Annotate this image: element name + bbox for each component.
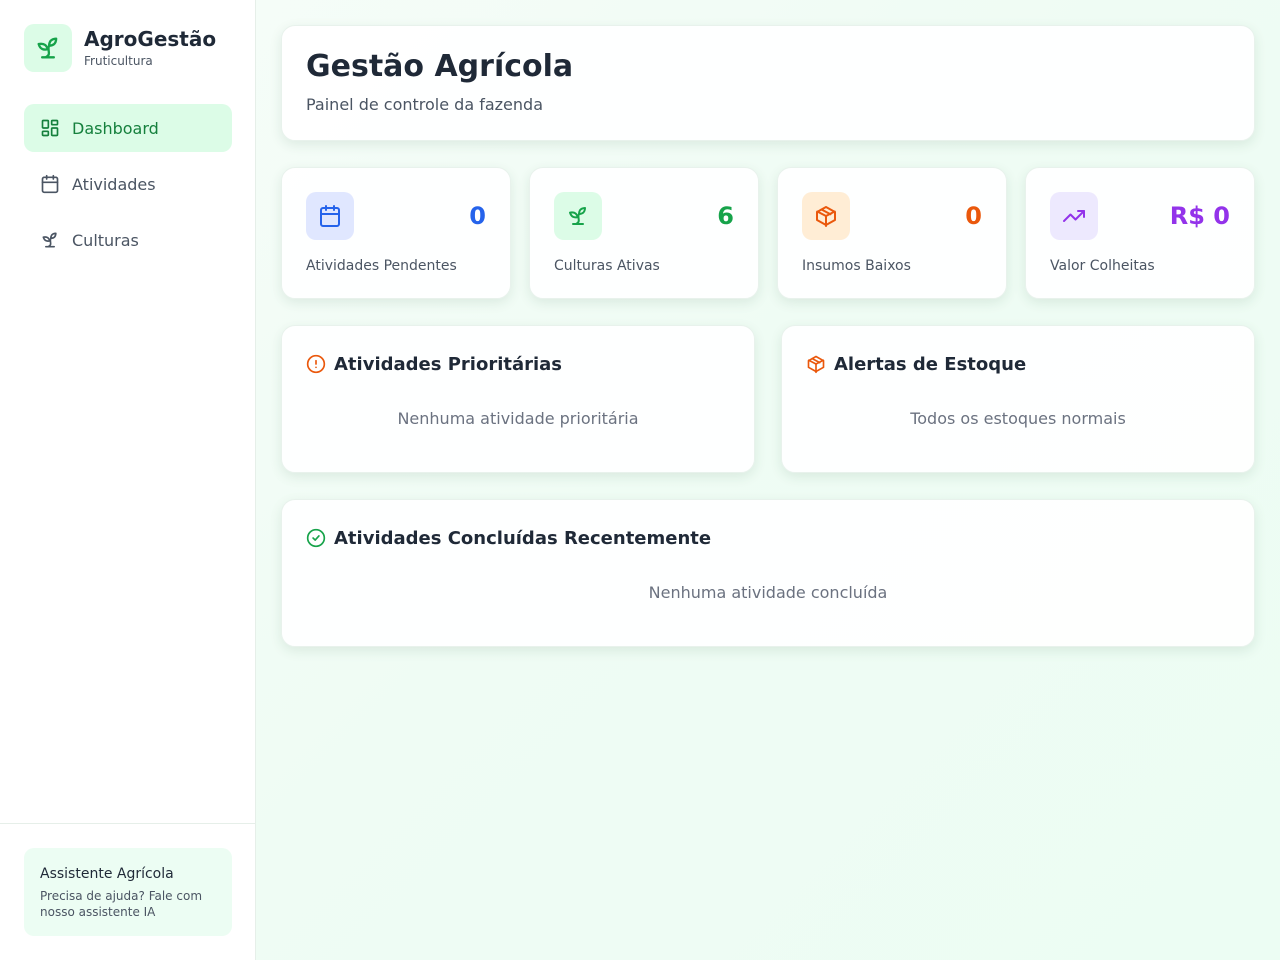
brand-title: AgroGestão [84,27,217,51]
package-icon [807,355,825,374]
calendar-icon [306,192,354,240]
sidebar-item-atividades[interactable]: Atividades [24,160,232,208]
sprout-icon [42,232,57,248]
panel-title: Atividades Prioritárias [334,353,563,375]
empty-state-text: Nenhuma atividade concluída [648,583,888,602]
panel-title: Atividades Concluídas Recentemente [334,527,712,549]
sprout-icon [554,192,602,240]
sidebar-divider [0,823,256,824]
assistant-text: Precisa de ajuda? Fale com nosso assiste… [40,889,203,919]
sidebar-item-label: Atividades [72,174,156,194]
calendar-icon [41,174,59,194]
stat-card-insumos-baixos[interactable]: 0 Insumos Baixos [777,167,1007,299]
stat-card-atividades-pendentes[interactable]: 0 Atividades Pendentes [281,167,511,299]
priority-activities-panel: Atividades Prioritárias Nenhuma atividad… [281,325,755,473]
stat-value: 6 [717,202,734,230]
sidebar-item-label: Culturas [72,230,139,250]
trending-up-icon [1050,192,1098,240]
dashboard-icon [41,119,59,137]
brand-subtitle: Fruticultura [84,54,153,68]
stat-card-culturas-ativas[interactable]: 6 Culturas Ativas [529,167,759,299]
stat-label: Insumos Baixos [802,258,911,274]
sidebar-item-culturas[interactable]: Culturas [24,216,232,264]
brand[interactable]: AgroGestão Fruticultura [24,24,216,72]
page-title: Gestão Agrícola [306,49,574,84]
stat-label: Culturas Ativas [554,258,660,274]
stat-label: Valor Colheitas [1050,258,1155,274]
page-header: Gestão Agrícola Painel de controle da fa… [281,25,1255,141]
alert-circle-icon [306,354,326,374]
stat-label: Atividades Pendentes [306,258,457,274]
stat-card-valor-colheitas[interactable]: R$ 0 Valor Colheitas [1025,167,1255,299]
sidebar-item-dashboard[interactable]: Dashboard [24,104,232,152]
assistant-card[interactable]: Assistente Agrícola Precisa de ajuda? Fa… [24,848,232,936]
package-icon [802,192,850,240]
sidebar-nav: Dashboard Atividades Culturas [24,104,232,272]
completed-activities-panel: Atividades Concluídas Recentemente Nenhu… [281,499,1255,647]
stat-value: 0 [469,202,486,230]
stat-value: 0 [965,202,982,230]
panel-title: Alertas de Estoque [834,353,1027,375]
stock-alerts-panel: Alertas de Estoque Todos os estoques nor… [781,325,1255,473]
page-subtitle: Painel de controle da fazenda [306,95,543,114]
assistant-title: Assistente Agrícola [40,866,174,882]
stat-value: R$ 0 [1169,202,1230,230]
sidebar-item-label: Dashboard [72,118,159,138]
empty-state-text: Todos os estoques normais [910,409,1126,428]
check-circle-icon [306,528,326,548]
sprout-icon [24,24,72,72]
empty-state-text: Nenhuma atividade prioritária [397,409,639,428]
sidebar: AgroGestão Fruticultura Dashboard Ativid… [0,0,256,960]
